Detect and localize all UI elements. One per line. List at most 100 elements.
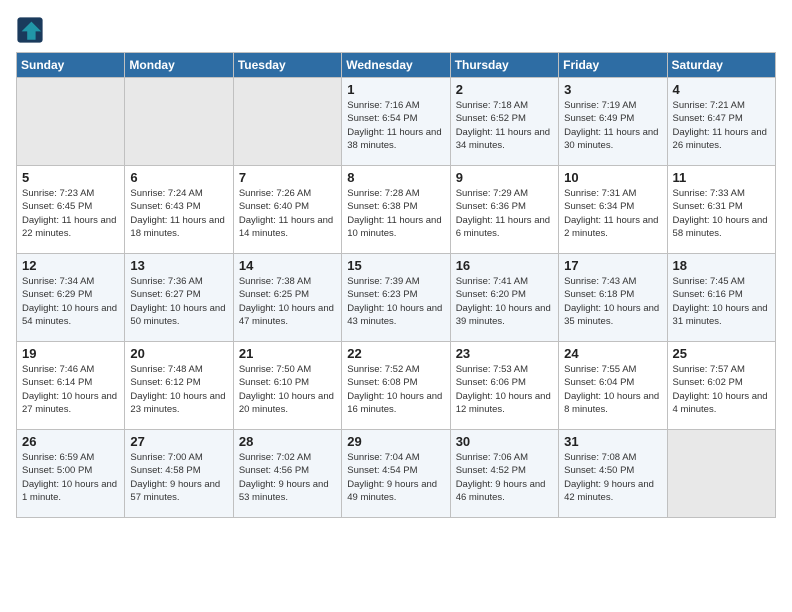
cell-sun-info: Sunrise: 7:41 AMSunset: 6:20 PMDaylight:… (456, 275, 553, 328)
day-number: 9 (456, 170, 553, 185)
calendar-cell: 22 Sunrise: 7:52 AMSunset: 6:08 PMDayligh… (342, 342, 450, 430)
calendar-cell: 12 Sunrise: 7:34 AMSunset: 6:29 PMDayligh… (17, 254, 125, 342)
calendar-cell: 20Sunrise: 7:48 AMSunset: 6:12 PMDayligh… (125, 342, 233, 430)
day-of-week-header: Friday (559, 53, 667, 78)
day-number: 8 (347, 170, 444, 185)
calendar-cell (125, 78, 233, 166)
calendar-cell: 10 Sunrise: 7:31 AMSunset: 6:34 PMDayligh… (559, 166, 667, 254)
calendar-cell: 19Sunrise: 7:46 AMSunset: 6:14 PMDayligh… (17, 342, 125, 430)
calendar-week-row: 12 Sunrise: 7:34 AMSunset: 6:29 PMDayligh… (17, 254, 776, 342)
cell-sun-info: Sunrise: 7:23 AMSunset: 6:45 PMDaylight:… (22, 187, 119, 240)
calendar-week-row: 26 Sunrise: 6:59 AMSunset: 5:00 PMDayligh… (17, 430, 776, 518)
cell-sun-info: Sunrise: 7:02 AMSunset: 4:56 PMDaylight:… (239, 451, 336, 504)
day-number: 3 (564, 82, 661, 97)
calendar-cell (233, 78, 341, 166)
calendar-cell: 27 Sunrise: 7:00 AMSunset: 4:58 PMDayligh… (125, 430, 233, 518)
cell-sun-info: Sunrise: 7:53 AMSunset: 6:06 PMDaylight:… (456, 363, 553, 416)
calendar-cell: 26 Sunrise: 6:59 AMSunset: 5:00 PMDayligh… (17, 430, 125, 518)
day-number: 6 (130, 170, 227, 185)
calendar-cell (17, 78, 125, 166)
calendar-cell: 25Sunrise: 7:57 AMSunset: 6:02 PMDayligh… (667, 342, 775, 430)
calendar-header-row: SundayMondayTuesdayWednesdayThursdayFrid… (17, 53, 776, 78)
cell-sun-info: Sunrise: 7:06 AMSunset: 4:52 PMDaylight:… (456, 451, 553, 504)
cell-sun-info: Sunrise: 7:48 AMSunset: 6:12 PMDaylight:… (130, 363, 227, 416)
cell-sun-info: Sunrise: 7:50 AMSunset: 6:10 PMDaylight:… (239, 363, 336, 416)
day-number: 29 (347, 434, 444, 449)
cell-sun-info: Sunrise: 7:21 AMSunset: 6:47 PMDaylight:… (673, 99, 770, 152)
calendar-week-row: 19Sunrise: 7:46 AMSunset: 6:14 PMDayligh… (17, 342, 776, 430)
cell-sun-info: Sunrise: 7:19 AMSunset: 6:49 PMDaylight:… (564, 99, 661, 152)
day-number: 15 (347, 258, 444, 273)
day-number: 18 (673, 258, 770, 273)
cell-sun-info: Sunrise: 7:18 AMSunset: 6:52 PMDaylight:… (456, 99, 553, 152)
day-number: 10 (564, 170, 661, 185)
calendar-cell: 15 Sunrise: 7:39 AMSunset: 6:23 PMDayligh… (342, 254, 450, 342)
calendar-cell (667, 430, 775, 518)
calendar-cell: 17 Sunrise: 7:43 AMSunset: 6:18 PMDayligh… (559, 254, 667, 342)
day-of-week-header: Thursday (450, 53, 558, 78)
calendar-week-row: 5Sunrise: 7:23 AMSunset: 6:45 PMDaylight… (17, 166, 776, 254)
calendar-cell: 11 Sunrise: 7:33 AMSunset: 6:31 PMDayligh… (667, 166, 775, 254)
day-number: 30 (456, 434, 553, 449)
day-number: 25 (673, 346, 770, 361)
day-number: 17 (564, 258, 661, 273)
cell-sun-info: Sunrise: 7:29 AMSunset: 6:36 PMDaylight:… (456, 187, 553, 240)
day-number: 11 (673, 170, 770, 185)
calendar-cell: 13Sunrise: 7:36 AMSunset: 6:27 PMDayligh… (125, 254, 233, 342)
calendar-cell: 2 Sunrise: 7:18 AMSunset: 6:52 PMDaylight… (450, 78, 558, 166)
day-number: 26 (22, 434, 119, 449)
day-number: 27 (130, 434, 227, 449)
day-number: 21 (239, 346, 336, 361)
day-of-week-header: Sunday (17, 53, 125, 78)
day-number: 22 (347, 346, 444, 361)
calendar-cell: 28 Sunrise: 7:02 AMSunset: 4:56 PMDayligh… (233, 430, 341, 518)
calendar-cell: 5Sunrise: 7:23 AMSunset: 6:45 PMDaylight… (17, 166, 125, 254)
cell-sun-info: Sunrise: 7:31 AMSunset: 6:34 PMDaylight:… (564, 187, 661, 240)
calendar-cell: 14 Sunrise: 7:38 AMSunset: 6:25 PMDayligh… (233, 254, 341, 342)
cell-sun-info: Sunrise: 7:28 AMSunset: 6:38 PMDaylight:… (347, 187, 444, 240)
cell-sun-info: Sunrise: 7:33 AMSunset: 6:31 PMDaylight:… (673, 187, 770, 240)
day-number: 24 (564, 346, 661, 361)
day-number: 4 (673, 82, 770, 97)
calendar-cell: 6 Sunrise: 7:24 AMSunset: 6:43 PMDaylight… (125, 166, 233, 254)
day-of-week-header: Tuesday (233, 53, 341, 78)
day-number: 1 (347, 82, 444, 97)
calendar-cell: 29Sunrise: 7:04 AMSunset: 4:54 PMDayligh… (342, 430, 450, 518)
calendar-cell: 18 Sunrise: 7:45 AMSunset: 6:16 PMDayligh… (667, 254, 775, 342)
cell-sun-info: Sunrise: 7:52 AMSunset: 6:08 PMDaylight:… (347, 363, 444, 416)
cell-sun-info: Sunrise: 7:39 AMSunset: 6:23 PMDaylight:… (347, 275, 444, 328)
day-of-week-header: Saturday (667, 53, 775, 78)
calendar-cell: 1 Sunrise: 7:16 AMSunset: 6:54 PMDaylight… (342, 78, 450, 166)
calendar-cell: 31Sunrise: 7:08 AMSunset: 4:50 PMDayligh… (559, 430, 667, 518)
cell-sun-info: Sunrise: 7:16 AMSunset: 6:54 PMDaylight:… (347, 99, 444, 152)
cell-sun-info: Sunrise: 7:08 AMSunset: 4:50 PMDaylight:… (564, 451, 661, 504)
calendar-cell: 30 Sunrise: 7:06 AMSunset: 4:52 PMDayligh… (450, 430, 558, 518)
day-number: 23 (456, 346, 553, 361)
day-number: 28 (239, 434, 336, 449)
day-number: 2 (456, 82, 553, 97)
cell-sun-info: Sunrise: 7:43 AMSunset: 6:18 PMDaylight:… (564, 275, 661, 328)
day-number: 16 (456, 258, 553, 273)
cell-sun-info: Sunrise: 7:55 AMSunset: 6:04 PMDaylight:… (564, 363, 661, 416)
calendar-cell: 7Sunrise: 7:26 AMSunset: 6:40 PMDaylight… (233, 166, 341, 254)
calendar-week-row: 1 Sunrise: 7:16 AMSunset: 6:54 PMDaylight… (17, 78, 776, 166)
calendar-cell: 4 Sunrise: 7:21 AMSunset: 6:47 PMDaylight… (667, 78, 775, 166)
cell-sun-info: Sunrise: 7:46 AMSunset: 6:14 PMDaylight:… (22, 363, 119, 416)
day-number: 12 (22, 258, 119, 273)
day-of-week-header: Monday (125, 53, 233, 78)
cell-sun-info: Sunrise: 7:38 AMSunset: 6:25 PMDaylight:… (239, 275, 336, 328)
calendar-cell: 23 Sunrise: 7:53 AMSunset: 6:06 PMDayligh… (450, 342, 558, 430)
page-header (16, 16, 776, 44)
cell-sun-info: Sunrise: 7:34 AMSunset: 6:29 PMDaylight:… (22, 275, 119, 328)
logo-icon (16, 16, 44, 44)
cell-sun-info: Sunrise: 7:00 AMSunset: 4:58 PMDaylight:… (130, 451, 227, 504)
cell-sun-info: Sunrise: 7:24 AMSunset: 6:43 PMDaylight:… (130, 187, 227, 240)
day-of-week-header: Wednesday (342, 53, 450, 78)
cell-sun-info: Sunrise: 7:45 AMSunset: 6:16 PMDaylight:… (673, 275, 770, 328)
day-number: 14 (239, 258, 336, 273)
calendar-cell: 3 Sunrise: 7:19 AMSunset: 6:49 PMDaylight… (559, 78, 667, 166)
cell-sun-info: Sunrise: 7:26 AMSunset: 6:40 PMDaylight:… (239, 187, 336, 240)
calendar-table: SundayMondayTuesdayWednesdayThursdayFrid… (16, 52, 776, 518)
cell-sun-info: Sunrise: 6:59 AMSunset: 5:00 PMDaylight:… (22, 451, 119, 504)
calendar-cell: 16 Sunrise: 7:41 AMSunset: 6:20 PMDayligh… (450, 254, 558, 342)
